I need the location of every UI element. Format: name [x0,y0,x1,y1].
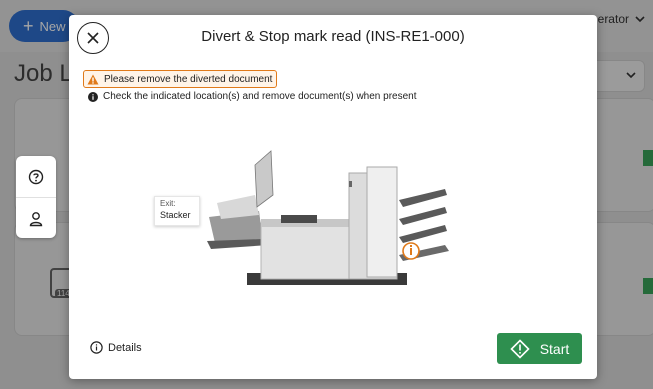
info-message: Check the indicated location(s) and remo… [88,91,417,102]
warning-icon [87,74,99,84]
info-icon [88,91,98,102]
help-icon [28,169,44,184]
exit-location-tag: Exit: Stacker [154,196,200,226]
start-icon [510,338,530,359]
help-button[interactable] [16,156,56,197]
dialog-title: Divert & Stop mark read (INS-RE1-000) [201,28,465,45]
inserter-machine-illustration [207,150,449,285]
side-toolbar [16,156,56,238]
warning-banner: Please remove the diverted document [83,70,278,88]
exit-value: Stacker [160,210,191,220]
start-label: Start [539,340,570,357]
exit-label: Exit: [160,199,176,208]
divert-dialog: Divert & Stop mark read (INS-RE1-000) Pl… [69,15,597,379]
details-info-icon [90,341,103,354]
details-label: Details [108,341,142,354]
details-button[interactable]: Details [90,341,142,354]
info-text: Check the indicated location(s) and remo… [103,91,417,102]
warning-text: Please remove the diverted document [104,73,273,85]
operator-button[interactable] [16,197,56,239]
start-button[interactable]: Start [497,333,582,364]
user-icon [29,211,43,226]
